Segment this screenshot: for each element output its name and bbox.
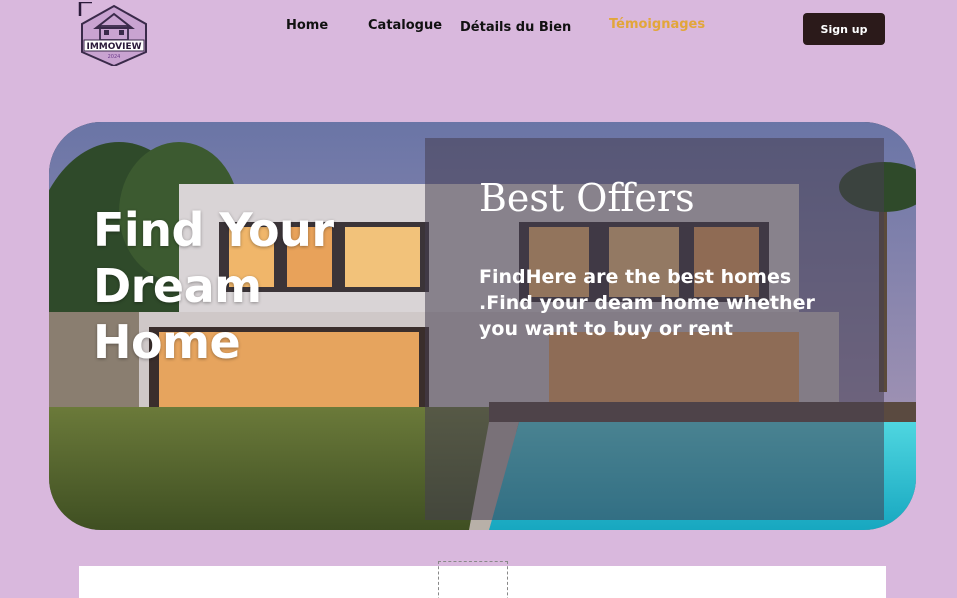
brand-logo[interactable]: IMMOVIEW 2024: [78, 0, 150, 68]
hero-title: Find Your Dream Home: [93, 203, 334, 369]
offers-panel: Best Offers FindHere are the best homes …: [425, 138, 884, 520]
content-card: [79, 561, 886, 598]
brand-name: IMMOVIEW: [86, 42, 141, 52]
image-placeholder: [438, 561, 508, 598]
nav-catalogue[interactable]: Catalogue: [368, 18, 442, 33]
panel-title: Best Offers: [479, 176, 695, 220]
brand-year: 2024: [108, 54, 121, 60]
signup-button[interactable]: Sign up: [803, 13, 885, 45]
nav-details[interactable]: Détails du Bien: [460, 20, 571, 35]
nav-home[interactable]: Home: [286, 18, 328, 33]
panel-description: FindHere are the best homes .Find your d…: [479, 266, 815, 340]
hero-banner: Find Your Dream Home Best Offers FindHer…: [49, 122, 916, 530]
nav-testimonials[interactable]: Témoignages: [609, 17, 705, 32]
